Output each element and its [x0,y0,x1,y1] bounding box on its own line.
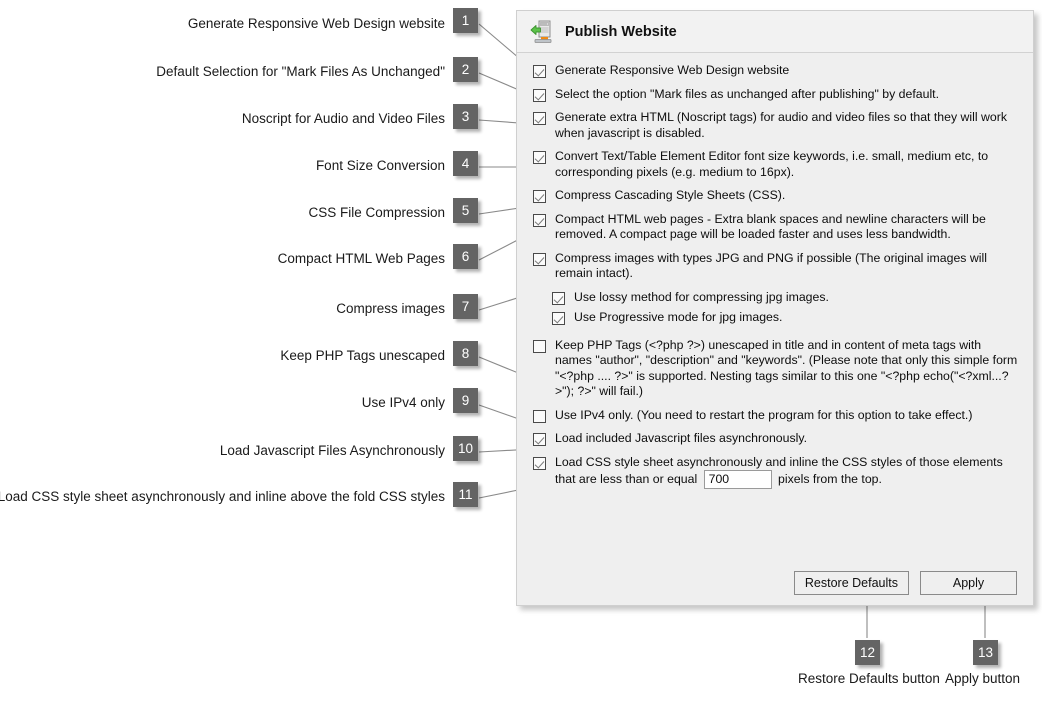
annotation-label-4: Font Size Conversion [315,158,445,173]
annotation-badge-3: 3 [453,104,478,129]
checkbox-keep-php-tags[interactable] [533,339,546,353]
annotation-label-12: Restore Defaults button [798,671,940,686]
option-label-load-js-async: Load included Javascript files asynchron… [555,431,807,445]
option-label-font-size-conversion: Convert Text/Table Element Editor font s… [555,149,989,179]
option-row-ipv4-only[interactable]: Use IPv4 only. (You need to restart the … [533,408,1021,424]
option-row-progressive-jpg[interactable]: Use Progressive mode for jpg images. [552,310,1021,326]
annotation-badge-11: 11 [453,482,478,507]
option-label-compress-css: Compress Cascading Style Sheets (CSS). [555,188,786,202]
annotation-label-3: Noscript for Audio and Video Files [241,111,445,126]
option-label-keep-php-tags: Keep PHP Tags (<?php ?>) unescaped in ti… [555,337,1018,399]
annotation-label-7: Compress images [336,301,445,316]
annotation-badge-8: 8 [453,341,478,366]
annotation-badge-6: 6 [453,244,478,269]
annotation-label-10: Load Javascript Files Asynchronously [219,443,445,458]
option-row-compact-html[interactable]: Compact HTML web pages - Extra blank spa… [533,212,1021,243]
annotation-badge-13: 13 [973,640,998,665]
dialog-header: Publish Website [517,11,1033,53]
option-label-generate-rwd: Generate Responsive Web Design website [555,63,790,77]
option-label-compress-images: Compress images with types JPG and PNG i… [555,250,987,281]
annotation-badge-12: 12 [855,640,880,665]
option-label-mark-files-unchanged: Select the option "Mark files as unchang… [555,86,940,101]
option-row-noscript-audio-video[interactable]: Generate extra HTML (Noscript tags) for … [533,110,1021,141]
option-row-keep-php-tags[interactable]: Keep PHP Tags (<?php ?>) unescaped in ti… [533,338,1021,400]
apply-button[interactable]: Apply [920,571,1017,595]
option-row-generate-rwd[interactable]: Generate Responsive Web Design website [533,63,1021,79]
option-row-mark-files-unchanged[interactable]: Select the option "Mark files as unchang… [533,87,1021,103]
option-label-load-css-async: Load CSS style sheet asynchronously and … [555,455,1021,489]
annotation-label-6: Compact HTML Web Pages [277,251,445,266]
dialog-title: Publish Website [565,23,677,40]
restore-defaults-button[interactable]: Restore Defaults [793,571,909,595]
annotation-badge-2: 2 [453,57,478,82]
checkbox-font-size-conversion[interactable] [533,151,546,164]
option-row-font-size-conversion[interactable]: Convert Text/Table Element Editor font s… [533,149,1021,180]
publish-website-icon [529,19,555,45]
dialog-footer: Restore Defaults Apply [517,571,1033,595]
checkbox-compact-html[interactable] [533,213,546,227]
annotation-label-5: CSS File Compression [308,205,445,220]
annotation-badge-4: 4 [453,151,478,176]
option-row-lossy-jpg[interactable]: Use lossy method for compressing jpg ima… [552,290,1021,306]
checkbox-ipv4-only[interactable] [533,409,546,423]
option-label-noscript-audio-video: Generate extra HTML (Noscript tags) for … [555,110,1007,140]
publish-website-dialog: Publish Website Generate Responsive Web … [516,10,1034,606]
checkbox-lossy-jpg[interactable] [552,291,565,305]
option-label-ipv4-only: Use IPv4 only. (You need to restart the … [555,407,973,422]
annotation-label-11: Load CSS style sheet asynchronously and … [0,489,445,504]
checkbox-generate-rwd[interactable] [533,65,546,78]
checkbox-load-css-async[interactable] [533,456,546,470]
checkbox-mark-files-unchanged[interactable] [533,88,546,102]
dialog-body: Generate Responsive Web Design website S… [517,53,1033,563]
annotation-badge-9: 9 [453,388,478,413]
option-row-load-js-async[interactable]: Load included Javascript files asynchron… [533,431,1021,447]
above-fold-pixels-input[interactable]: 700 [703,470,772,489]
annotation-badge-5: 5 [453,198,478,223]
annotation-badge-1: 1 [453,8,478,33]
option-row-load-css-async[interactable]: Load CSS style sheet asynchronously and … [533,455,1021,489]
checkbox-compress-images[interactable] [533,252,546,266]
annotation-label-8: Keep PHP Tags unescaped [280,348,445,363]
checkbox-progressive-jpg[interactable] [552,312,565,325]
option-label-progressive-jpg: Use Progressive mode for jpg images. [574,310,783,324]
annotation-badge-10: 10 [453,436,478,461]
checkbox-noscript-audio-video[interactable] [533,112,546,125]
checkbox-compress-css[interactable] [533,190,546,203]
annotation-label-1: Generate Responsive Web Design website [187,16,445,31]
load-css-async-text-after: pixels from the top. [778,471,882,486]
option-label-compact-html: Compact HTML web pages - Extra blank spa… [555,211,986,242]
option-row-compress-css[interactable]: Compress Cascading Style Sheets (CSS). [533,188,1021,204]
checkbox-load-js-async[interactable] [533,433,546,446]
annotation-label-2: Default Selection for "Mark Files As Unc… [156,64,445,79]
annotation-label-13: Apply button [945,671,1021,686]
option-row-compress-images[interactable]: Compress images with types JPG and PNG i… [533,251,1021,282]
annotation-label-9: Use IPv4 only [361,395,445,410]
annotation-badge-7: 7 [453,294,478,319]
option-label-lossy-jpg: Use lossy method for compressing jpg ima… [574,289,829,304]
